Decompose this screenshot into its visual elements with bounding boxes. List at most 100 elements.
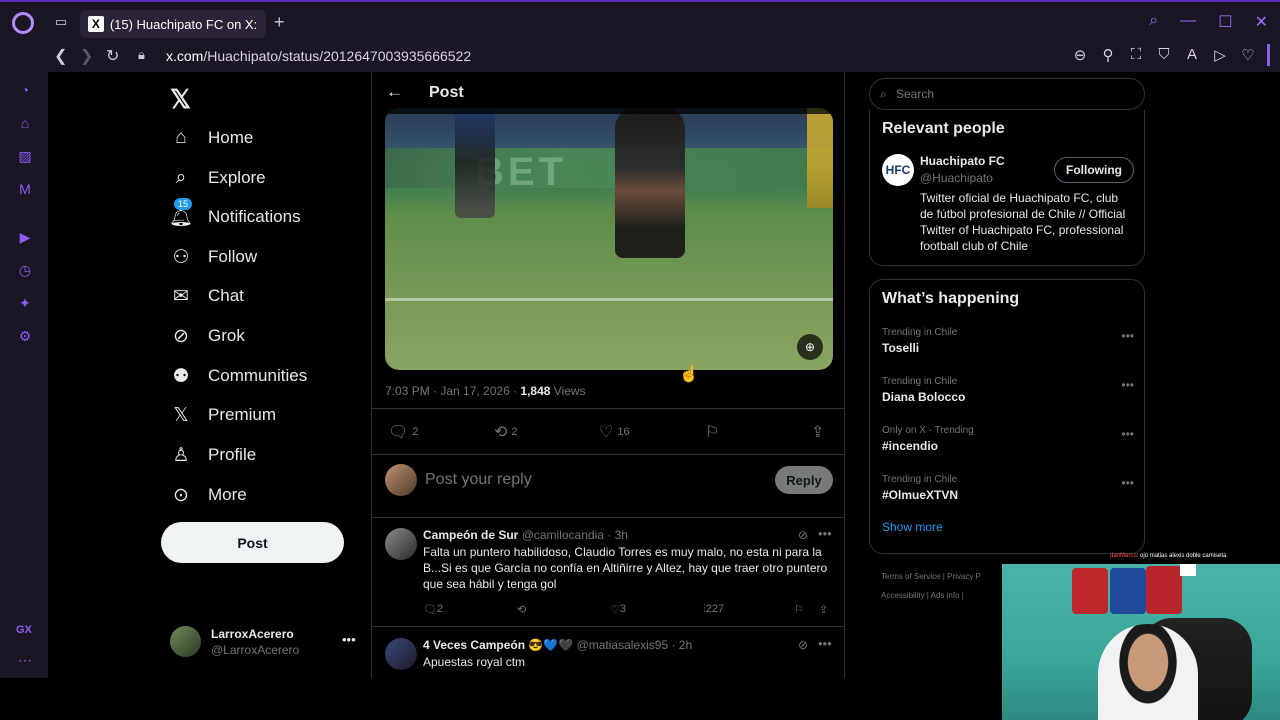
more-dots-icon[interactable]: ••• xyxy=(1121,329,1134,343)
more-dots-icon[interactable]: ⋯ xyxy=(16,652,34,670)
nav-premium[interactable]: 𝕏 Premium xyxy=(170,401,276,429)
nav-more[interactable]: ⊙ More xyxy=(170,481,247,509)
trend-item[interactable]: Only on X · Trending #incendio ••• xyxy=(882,425,1134,453)
post-time[interactable]: 7:03 PM · Jan 17, 2026 · xyxy=(385,384,520,398)
section-title: What’s happening xyxy=(882,290,1020,307)
share-action[interactable]: ⇪ xyxy=(811,422,824,442)
more-dots-icon[interactable]: ••• xyxy=(1121,427,1134,441)
opera-logo-icon[interactable] xyxy=(12,12,34,34)
messenger-icon[interactable]: M xyxy=(16,181,34,199)
translate-icon[interactable]: A xyxy=(1184,46,1200,64)
more-dots-icon[interactable]: ••• xyxy=(818,636,832,651)
new-tab-button[interactable]: + xyxy=(274,12,285,33)
back-icon[interactable]: ❮ xyxy=(54,46,67,66)
divider xyxy=(372,626,844,627)
twitch-icon[interactable]: ▨ xyxy=(16,148,34,166)
ad-board xyxy=(385,148,833,188)
minimize-icon[interactable]: — xyxy=(1180,12,1196,32)
grok-icon[interactable]: ⊘ xyxy=(798,638,808,652)
maximize-icon[interactable]: ☐ xyxy=(1218,12,1232,32)
image-options-icon[interactable]: ⊕ xyxy=(797,334,823,360)
person-handle: @Huachipato xyxy=(920,171,993,185)
nav-communities[interactable]: ⚉ Communities xyxy=(170,362,307,390)
back-arrow-icon[interactable]: ← xyxy=(386,82,403,102)
post-button[interactable]: Post xyxy=(161,522,344,563)
views-label: Views xyxy=(550,384,586,398)
trend-item[interactable]: Trending in Chile Toselli ••• xyxy=(882,327,1134,355)
avatar[interactable] xyxy=(385,528,417,560)
reply-icon[interactable]: 🗨︎ 2 xyxy=(423,603,443,616)
more-dots-icon[interactable]: ••• xyxy=(818,526,832,541)
url-field[interactable]: x.com/Huachipato/status/2012647003935666… xyxy=(166,48,471,64)
heart-icon[interactable]: ♡ 3 xyxy=(610,603,626,616)
nav-explore[interactable]: ⌕ Explore xyxy=(170,164,266,192)
settings-icon[interactable]: ⚙ xyxy=(16,328,34,346)
person-name[interactable]: Huachipato FC xyxy=(920,154,1005,168)
comment-text: Falta un puntero habilidoso, Claudio Tor… xyxy=(423,545,828,591)
bookmark-icon: ⚐ xyxy=(705,424,720,441)
pin-icon[interactable]: ⚲ xyxy=(1100,46,1116,64)
footer-links[interactable]: Terms of Service | Privacy P xyxy=(881,572,981,581)
player-icon[interactable]: ▶ xyxy=(16,229,34,247)
tab-islands-icon[interactable]: ▭ xyxy=(52,14,70,30)
repost-action[interactable]: ⟲ 2 xyxy=(494,422,518,442)
footer-links[interactable]: Accessibility | Ads info | xyxy=(881,591,964,600)
extensions-icon[interactable]: ✦ xyxy=(16,295,34,313)
post-image[interactable]: BET ⊕ xyxy=(385,108,833,370)
sidebar-toggle[interactable] xyxy=(1267,44,1270,66)
speed-dial-icon[interactable]: ◔ xyxy=(16,82,34,100)
more-dots-icon[interactable]: ••• xyxy=(342,632,356,647)
browser-tab[interactable]: X (15) Huachipato FC on X: "… xyxy=(80,10,266,38)
heart-icon[interactable]: ♡ xyxy=(1240,46,1256,64)
nav-chat[interactable]: ✉ Chat xyxy=(170,282,244,310)
reply-action[interactable]: 🗨︎ 2 xyxy=(388,422,418,442)
lock-icon[interactable]: 🔒︎ xyxy=(138,47,145,63)
history-icon[interactable]: ◷ xyxy=(16,262,34,280)
nav-profile[interactable]: ♙ Profile xyxy=(170,441,256,469)
nav-follow[interactable]: ⚇ Follow xyxy=(170,243,257,271)
gx-label[interactable]: GX xyxy=(16,624,32,636)
nav-home[interactable]: ⌂ Home xyxy=(170,124,253,152)
more-dots-icon[interactable]: ••• xyxy=(1121,476,1134,490)
bookmark-action[interactable]: ⚐ xyxy=(705,422,719,442)
list-item[interactable]: 4 Veces Campeón 😎💙🖤 @matiasalexis95 · 2h… xyxy=(372,636,844,678)
show-more-link[interactable]: Show more xyxy=(882,520,943,534)
more-dots-icon[interactable]: ••• xyxy=(1121,378,1134,392)
grok-icon[interactable]: ⊘ xyxy=(798,528,808,542)
zoom-icon[interactable]: ⊖ xyxy=(1072,46,1088,64)
trend-item[interactable]: Trending in Chile #OlmueXTVN ••• xyxy=(882,474,1134,502)
reply-button[interactable]: Reply xyxy=(775,466,833,494)
views-icon[interactable]: ⫶ 227 xyxy=(703,603,724,616)
following-button[interactable]: Following xyxy=(1054,157,1134,183)
player-figure xyxy=(807,108,833,208)
send-icon[interactable]: ▷ xyxy=(1212,46,1228,64)
shield-icon[interactable]: ⛉ xyxy=(1156,46,1172,64)
trend-item[interactable]: Trending in Chile Diana Bolocco ••• xyxy=(882,376,1134,404)
close-icon[interactable]: ✕ xyxy=(1255,12,1268,32)
avatar[interactable]: HFC xyxy=(882,154,914,186)
reply-input[interactable]: Post your reply xyxy=(425,471,532,489)
mouse-cursor-icon: ☝ xyxy=(679,366,699,383)
search-icon: ⌕ xyxy=(175,167,187,188)
list-item[interactable]: Campeón de Sur @camilocandia · 3h ⊘ ••• … xyxy=(372,526,844,628)
forward-icon[interactable]: ❯ xyxy=(80,46,93,66)
reload-icon[interactable]: ↻ xyxy=(106,46,119,66)
whats-happening-panel: What’s happening Trending in Chile Tosel… xyxy=(869,279,1145,554)
account-handle: @LarroxAcerero xyxy=(211,643,300,657)
repost-icon[interactable]: ⟲ xyxy=(517,603,526,616)
heart-icon: ♡ xyxy=(599,424,614,441)
account-switcher[interactable]: LarroxAcerero @LarroxAcerero ••• xyxy=(170,626,360,658)
search-input[interactable]: ⌕ Search xyxy=(869,78,1145,110)
nav-grok[interactable]: ⊘ Grok xyxy=(170,322,245,350)
bookmark-icon[interactable]: ⚐ xyxy=(794,603,804,616)
like-action[interactable]: ♡ 16 xyxy=(599,422,630,442)
envelope-icon: ✉ xyxy=(173,285,189,307)
workspace-icon[interactable]: ⌂ xyxy=(16,115,34,133)
search-tabs-icon[interactable]: ⌕ xyxy=(1149,12,1158,32)
nav-notifications[interactable]: 🔔︎ 15 Notifications xyxy=(169,198,301,231)
jersey-image xyxy=(1072,568,1108,614)
x-logo-icon[interactable]: 𝕏 xyxy=(170,84,191,115)
avatar[interactable] xyxy=(385,638,417,670)
snapshot-icon[interactable]: ⛶ xyxy=(1128,46,1144,64)
share-icon[interactable]: ⇪ xyxy=(819,603,828,616)
